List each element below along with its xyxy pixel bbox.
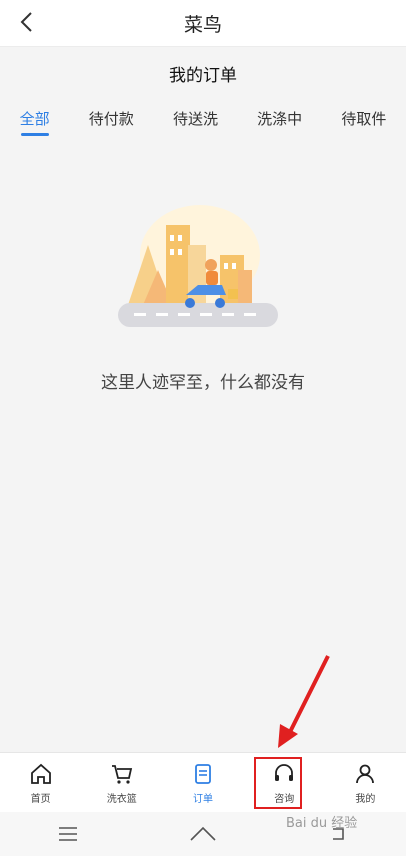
cart-icon: [111, 764, 132, 784]
watermark: Bai du 经验: [286, 816, 358, 831]
system-menu-button[interactable]: [53, 822, 83, 846]
annotation-arrow: [278, 655, 330, 748]
nav-laundry-basket[interactable]: 洗衣篮: [81, 753, 162, 813]
order-tabs: 全部 待付款 待送洗 洗涤中 待取件: [0, 104, 406, 144]
home-icon: [30, 763, 51, 784]
tab-washing[interactable]: 洗涤中: [257, 104, 302, 139]
empty-state-message: 这里人迹罕至，什么都没有: [101, 373, 305, 393]
top-bar: 菜鸟: [0, 0, 406, 47]
page-title: 我的订单: [169, 65, 237, 86]
nav-laundry-basket-label: 洗衣篮: [106, 793, 137, 805]
order-list-icon: [195, 763, 211, 784]
bottom-nav: 首页 洗衣篮 订单 咨询 我的: [0, 752, 406, 813]
nav-orders-label: 订单: [193, 793, 213, 805]
nav-mine-label: 我的: [355, 793, 376, 805]
system-home-button[interactable]: [188, 822, 218, 846]
nav-home-label: 首页: [30, 793, 51, 805]
nav-home[interactable]: 首页: [0, 753, 81, 813]
tab-pending-pickup[interactable]: 待取件: [341, 104, 386, 139]
menu-icon: [58, 827, 77, 841]
empty-state-illustration: [118, 205, 278, 327]
tab-all[interactable]: 全部: [20, 104, 50, 139]
tab-pending-wash[interactable]: 待送洗: [173, 104, 218, 139]
back-button[interactable]: [12, 8, 40, 36]
app-title: 菜鸟: [183, 13, 222, 36]
home-outline-icon: [190, 826, 216, 841]
person-icon: [356, 764, 375, 783]
tab-pending-payment[interactable]: 待付款: [89, 104, 134, 139]
nav-mine[interactable]: 我的: [325, 753, 406, 813]
annotation-highlight-box: [254, 757, 302, 809]
chevron-left-icon: [20, 12, 32, 32]
nav-orders[interactable]: 订单: [162, 753, 243, 813]
